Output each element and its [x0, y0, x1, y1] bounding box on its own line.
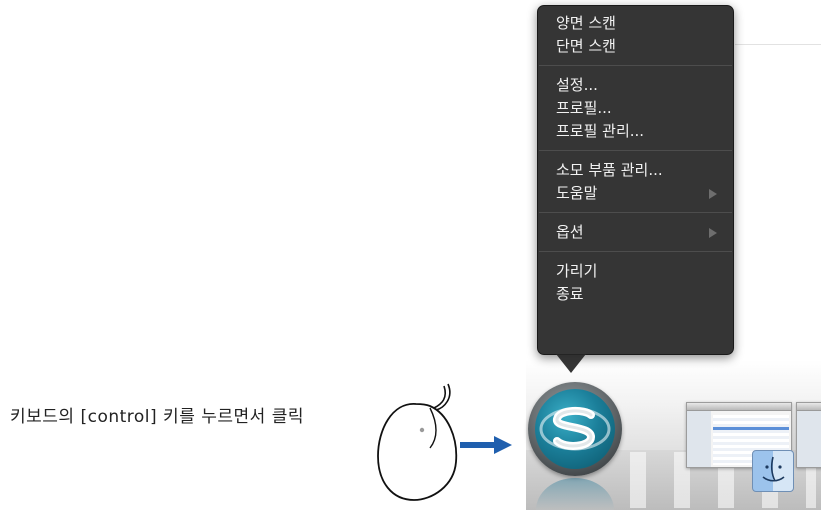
submenu-arrow-icon [709, 228, 717, 238]
window-titlebar [797, 403, 821, 411]
window-selection [713, 427, 789, 430]
menu-separator [539, 251, 732, 252]
menu-separator [539, 212, 732, 213]
menu-item-label: 가리기 [556, 262, 598, 280]
menu-item-profile-management[interactable]: 프로필 관리... [538, 120, 733, 143]
window-thumbnail[interactable] [796, 402, 821, 468]
menu-pointer [556, 354, 586, 373]
menu-item-profile[interactable]: 프로필... [538, 97, 733, 120]
menu-item-simplex-scan[interactable]: 단면 스캔 [538, 35, 733, 58]
window-titlebar [687, 403, 791, 411]
menu-item-hide[interactable]: 가리기 [538, 260, 733, 283]
menu-item-label: 단면 스캔 [556, 37, 616, 55]
scansnap-s-logo-icon [539, 406, 611, 451]
menu-item-settings[interactable]: 설정... [538, 74, 733, 97]
menu-item-help[interactable]: 도움말 [538, 182, 733, 205]
finder-face-icon [762, 456, 785, 482]
menu-item-label: 설정... [556, 76, 598, 94]
menu-item-label: 옵션 [556, 223, 584, 241]
menu-item-label: 도움말 [556, 184, 598, 202]
menu-item-label: 프로필 관리... [556, 122, 645, 140]
menu-item-quit[interactable]: 종료 [538, 283, 733, 306]
menu-item-duplex-scan[interactable]: 양면 스캔 [538, 12, 733, 35]
scansnap-icon-face [535, 389, 615, 469]
menu-item-label: 종료 [556, 285, 584, 303]
menu-item-options[interactable]: 옵션 [538, 221, 733, 244]
menu-item-label: 소모 부품 관리... [556, 161, 663, 179]
window-sidebar [797, 411, 821, 467]
menu-separator [539, 65, 732, 66]
instruction-caption: 키보드의 [control] 키를 누르면서 클릭 [10, 407, 304, 427]
submenu-arrow-icon [709, 189, 717, 199]
menu-item-label: 프로필... [556, 99, 612, 117]
dock-context-menu: 양면 스캔 단면 스캔 설정... 프로필... 프로필 관리... 소모 부품… [537, 5, 734, 355]
divider [735, 44, 821, 45]
scansnap-manager-icon[interactable] [528, 382, 622, 476]
menu-separator [539, 150, 732, 151]
menu-item-label: 양면 스캔 [556, 14, 616, 32]
finder-icon[interactable] [752, 450, 794, 492]
mouse-icon [377, 383, 458, 501]
window-sidebar [687, 411, 711, 467]
arrow-right-icon [460, 436, 512, 454]
menu-item-consumable-management[interactable]: 소모 부품 관리... [538, 159, 733, 182]
